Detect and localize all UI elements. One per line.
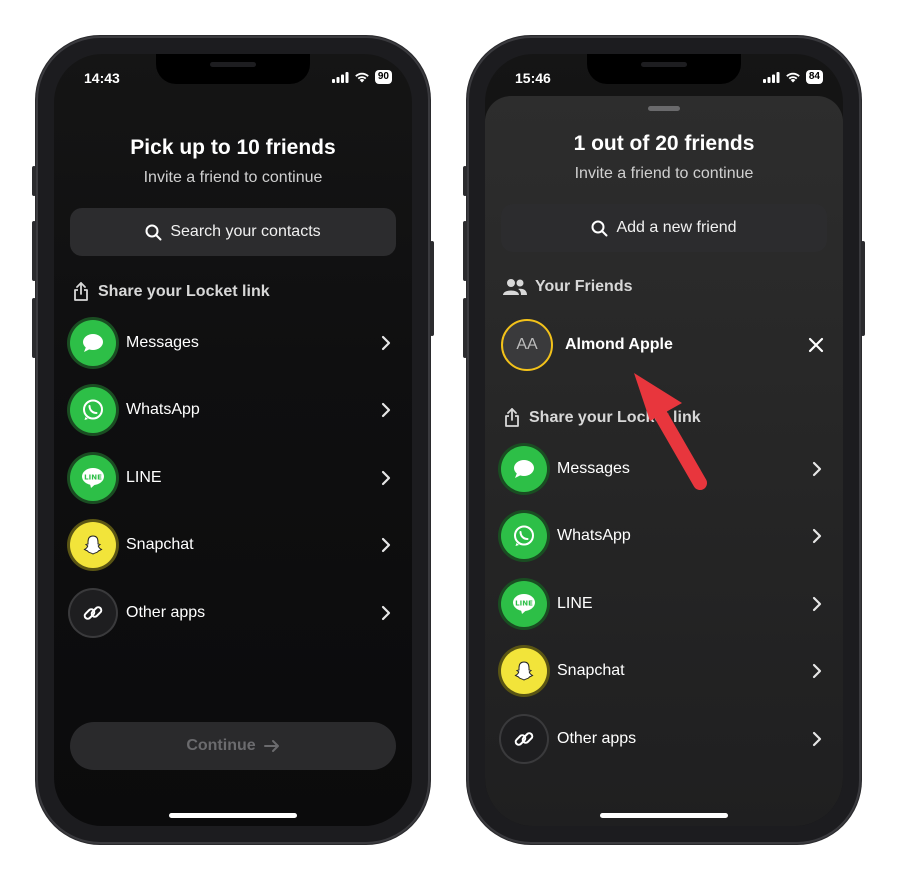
- page-subtitle: Invite a friend to continue: [574, 165, 754, 182]
- app-label: Messages: [126, 334, 199, 351]
- line-icon: LINE: [501, 581, 547, 627]
- signal-icon: [331, 71, 349, 83]
- chevron-right-icon: [381, 402, 391, 418]
- share-option-snapchat[interactable]: Snapchat: [501, 646, 827, 696]
- share-locket-link-label: Share your Locket link: [529, 409, 701, 426]
- arrow-right-icon: [263, 740, 279, 752]
- app-label: LINE: [126, 469, 162, 486]
- chevron-right-icon: [381, 537, 391, 553]
- home-indicator[interactable]: [169, 813, 297, 818]
- link-icon: [501, 716, 547, 762]
- your-friends-header: Your Friends: [503, 278, 633, 296]
- chevron-right-icon: [812, 461, 822, 477]
- share-option-whatsapp[interactable]: WhatsApp: [501, 511, 827, 561]
- search-contacts-label: Search your contacts: [170, 223, 321, 240]
- friend-name: Almond Apple: [565, 336, 673, 353]
- search-icon: [591, 220, 608, 236]
- screen-right: 15:46 84 1 out of 20 friends Invite a fr…: [485, 54, 843, 826]
- status-bar: 15:46 84: [485, 68, 843, 88]
- wifi-icon: [786, 72, 800, 83]
- svg-text:LINE: LINE: [515, 600, 533, 608]
- app-label: Other apps: [557, 730, 637, 747]
- page-title: 1 out of 20 friends: [573, 132, 755, 155]
- share-locket-link-label: Share your Locket link: [98, 283, 270, 300]
- app-label: Other apps: [126, 604, 206, 621]
- app-label: Messages: [557, 460, 630, 477]
- app-label: WhatsApp: [557, 527, 631, 544]
- battery-indicator: 84: [805, 70, 823, 84]
- add-new-friend-label: Add a new friend: [616, 219, 737, 236]
- status-time: 14:43: [84, 70, 120, 86]
- share-option-other-apps[interactable]: Other apps: [501, 714, 827, 764]
- share-option-other-apps[interactable]: Other apps: [70, 588, 396, 638]
- home-indicator[interactable]: [600, 813, 728, 818]
- chevron-right-icon: [812, 528, 822, 544]
- signal-icon: [762, 71, 780, 83]
- snapchat-icon: [501, 648, 547, 694]
- page-subtitle: Invite a friend to continue: [143, 169, 323, 186]
- friend-row-almond-apple[interactable]: AA Almond Apple: [501, 318, 827, 372]
- sheet-grabber[interactable]: [648, 106, 680, 111]
- share-option-line[interactable]: LINE LINE: [70, 453, 396, 503]
- share-option-messages[interactable]: Messages: [501, 444, 827, 494]
- chevron-right-icon: [381, 335, 391, 351]
- chevron-right-icon: [381, 470, 391, 486]
- share-option-snapchat[interactable]: Snapchat: [70, 520, 396, 570]
- people-icon: [503, 279, 527, 295]
- share-icon: [74, 282, 88, 301]
- app-label: Snapchat: [557, 662, 625, 679]
- chevron-right-icon: [812, 596, 822, 612]
- app-label: WhatsApp: [126, 401, 200, 418]
- share-locket-link-header: Share your Locket link: [503, 408, 701, 428]
- share-option-whatsapp[interactable]: WhatsApp: [70, 385, 396, 435]
- share-option-line[interactable]: LINE LINE: [501, 579, 827, 629]
- wifi-icon: [355, 72, 369, 83]
- app-label: LINE: [557, 595, 593, 612]
- your-friends-label: Your Friends: [535, 278, 633, 295]
- whatsapp-icon: [501, 513, 547, 559]
- search-icon: [145, 224, 162, 240]
- phone-frame-left: 14:43 90 Pick up to 10 friends Invite a …: [32, 36, 434, 844]
- app-label: Snapchat: [126, 536, 194, 553]
- messages-icon: [501, 446, 547, 492]
- search-contacts-button[interactable]: Search your contacts: [70, 208, 396, 256]
- chevron-right-icon: [381, 605, 391, 621]
- whatsapp-icon: [70, 387, 116, 433]
- line-icon: LINE: [70, 455, 116, 501]
- avatar: AA: [501, 319, 553, 371]
- page-title: Pick up to 10 friends: [130, 136, 336, 159]
- share-icon: [505, 408, 519, 427]
- messages-icon: [70, 320, 116, 366]
- add-new-friend-button[interactable]: Add a new friend: [501, 204, 827, 252]
- phone-frame-right: 15:46 84 1 out of 20 friends Invite a fr…: [463, 36, 865, 844]
- snapchat-icon: [70, 522, 116, 568]
- friends-sheet: 1 out of 20 friends Invite a friend to c…: [485, 96, 843, 826]
- status-time: 15:46: [515, 70, 551, 86]
- continue-button[interactable]: Continue: [70, 722, 396, 770]
- link-icon: [70, 590, 116, 636]
- svg-text:LINE: LINE: [84, 474, 102, 482]
- chevron-right-icon: [812, 731, 822, 747]
- share-locket-link-header: Share your Locket link: [72, 282, 270, 302]
- share-option-messages[interactable]: Messages: [70, 318, 396, 368]
- continue-label: Continue: [186, 737, 256, 754]
- screen-left: 14:43 90 Pick up to 10 friends Invite a …: [54, 54, 412, 826]
- battery-indicator: 90: [374, 70, 392, 84]
- status-bar: 14:43 90: [54, 68, 412, 88]
- close-icon[interactable]: [807, 336, 825, 354]
- chevron-right-icon: [812, 663, 822, 679]
